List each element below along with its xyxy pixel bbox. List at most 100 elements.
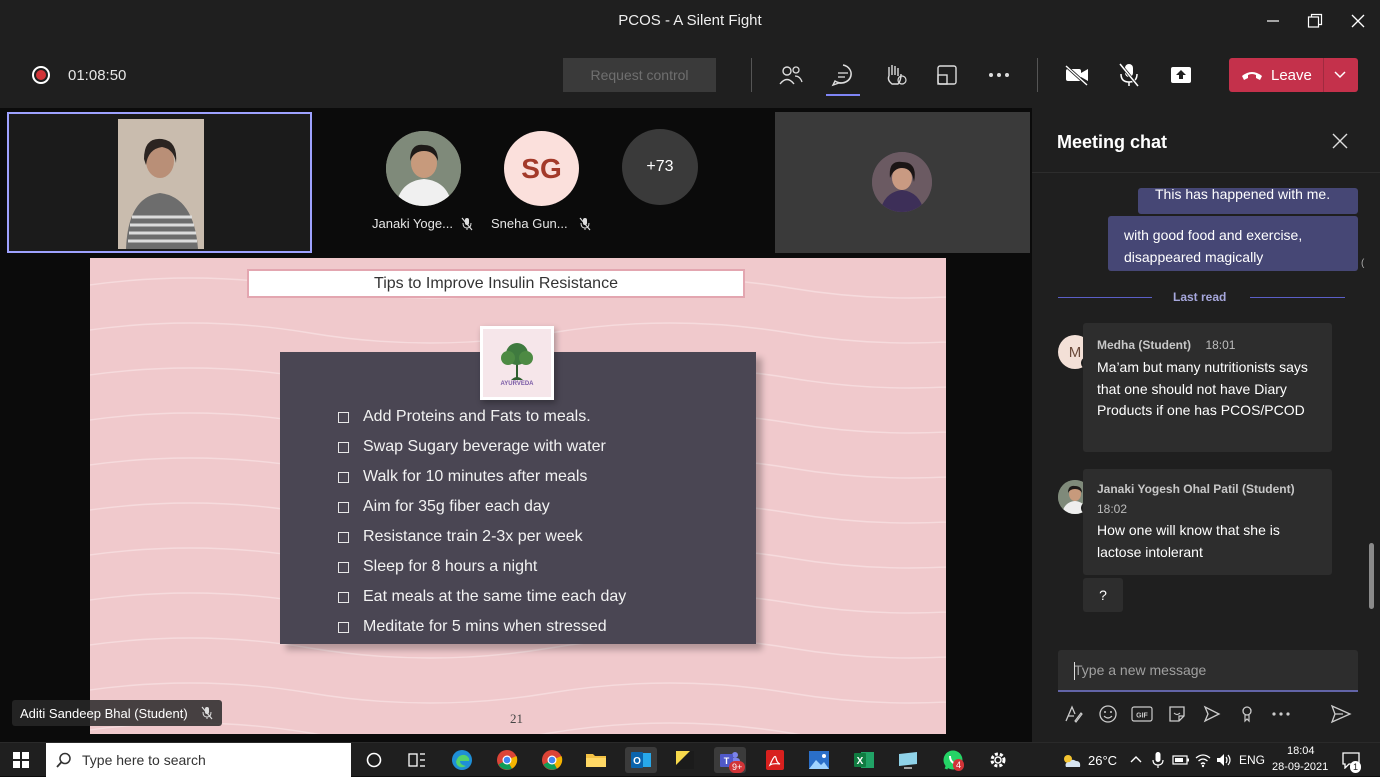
last-read-marker: Last read — [1173, 290, 1227, 304]
outlook-icon: O — [631, 752, 651, 768]
participant-avatar-sneha[interactable]: SG — [504, 131, 579, 206]
remote-desktop-app[interactable] — [895, 747, 921, 773]
close-window-button[interactable] — [1335, 0, 1380, 42]
chat-message-self[interactable]: with good food and exercise, disappeared… — [1108, 216, 1358, 271]
camera-toggle-button[interactable] — [1062, 60, 1092, 90]
taskbar-search-box[interactable]: Type here to search — [46, 743, 351, 777]
chat-button[interactable] — [828, 60, 858, 90]
slide-bullet-text: Aim for 35g fiber each day — [363, 498, 550, 515]
cortana-button[interactable] — [361, 747, 387, 773]
request-control-button[interactable]: Request control — [563, 58, 716, 92]
praise-button[interactable] — [1235, 702, 1259, 726]
recording-timer: 01:08:50 — [68, 67, 127, 84]
share-tray-button[interactable] — [932, 60, 962, 90]
pdf-icon — [766, 750, 784, 770]
excel-icon: X — [854, 752, 874, 768]
pdf-reader-app[interactable] — [762, 747, 788, 773]
presenter-video-tile[interactable] — [7, 112, 312, 253]
gif-button[interactable]: GIF — [1130, 702, 1154, 726]
more-participants-button[interactable]: +73 — [622, 129, 698, 205]
recording-icon — [32, 66, 50, 84]
close-icon — [1332, 133, 1348, 149]
chrome-profile-app[interactable] — [539, 747, 565, 773]
read-receipt-icon: ( — [1361, 258, 1365, 269]
whatsapp-notification-badge: 4 — [953, 759, 965, 771]
more-options-button[interactable] — [984, 60, 1014, 90]
photos-icon — [809, 751, 829, 769]
mic-toggle-button[interactable] — [1114, 60, 1144, 90]
svg-text:GIF: GIF — [1136, 713, 1148, 720]
meeting-control-bar: 01:08:50 Request control Leave — [0, 42, 1380, 108]
more-options-icon — [989, 73, 1009, 77]
participant-avatar-janaki[interactable] — [386, 131, 461, 206]
tree-icon — [501, 342, 533, 380]
volume-icon[interactable] — [1215, 752, 1233, 768]
excel-app[interactable]: X — [851, 747, 877, 773]
checkbox-bullet-icon — [338, 591, 349, 603]
slide-bullet: Swap Sugary beverage with water — [338, 438, 606, 456]
send-button[interactable] — [1329, 702, 1353, 726]
chat-message-self[interactable]: This has happened with me. — [1138, 188, 1358, 214]
participant-name: Sneha Gun... — [491, 216, 568, 231]
share-screen-button[interactable] — [1166, 60, 1196, 90]
leave-button[interactable]: Leave — [1229, 58, 1358, 92]
sticker-button[interactable] — [1165, 702, 1189, 726]
svg-text:X: X — [857, 756, 864, 767]
chevron-up-icon[interactable] — [1130, 754, 1142, 764]
message-time: 18:01 — [1205, 338, 1236, 352]
chat-scrollbar[interactable] — [1369, 543, 1374, 609]
meet-now-button[interactable] — [1200, 702, 1224, 726]
input-language[interactable]: ENG — [1239, 753, 1265, 767]
message-body: How one will know that she is lactose in… — [1097, 522, 1280, 560]
sticky-notes-app[interactable] — [672, 747, 698, 773]
chat-message[interactable]: Janaki Yogesh Ohal Patil (Student) 18:02… — [1083, 469, 1332, 575]
message-body: Ma’am but many nutritionists says that o… — [1097, 359, 1308, 418]
participants-button[interactable] — [776, 60, 806, 90]
checkbox-bullet-icon — [338, 471, 349, 483]
chat-message[interactable]: ? — [1083, 578, 1123, 612]
file-explorer-app[interactable] — [583, 747, 609, 773]
presenter-name: Aditi Sandeep Bhal (Student) — [20, 705, 188, 721]
muted-mic-icon — [461, 217, 473, 231]
settings-app[interactable] — [985, 747, 1011, 773]
close-chat-button[interactable] — [1329, 130, 1351, 152]
praise-icon — [1242, 706, 1252, 723]
start-button[interactable] — [8, 747, 34, 773]
task-view-button[interactable] — [404, 747, 430, 773]
share-screen-icon — [1171, 67, 1191, 83]
checkbox-bullet-icon — [338, 411, 349, 423]
chat-message[interactable]: Medha (Student) 18:01 Ma’am but many nut… — [1083, 323, 1332, 452]
more-tools-button[interactable] — [1269, 702, 1293, 726]
slide-bullet-text: Walk for 10 minutes after meals — [363, 468, 588, 485]
microphone-icon[interactable] — [1152, 751, 1164, 769]
weather-icon[interactable] — [1060, 751, 1082, 769]
battery-icon[interactable] — [1172, 754, 1190, 766]
minimize-button[interactable] — [1250, 0, 1296, 42]
compose-box[interactable] — [1058, 650, 1358, 692]
emoji-button[interactable] — [1096, 702, 1120, 726]
slide-bullet: Eat meals at the same time each day — [338, 588, 626, 606]
slide-bullet-text: Resistance train 2-3x per week — [363, 528, 583, 545]
edge-app[interactable] — [449, 747, 475, 773]
chat-icon — [831, 64, 852, 87]
message-body: with good food and exercise, disappeared… — [1124, 227, 1303, 265]
camera-off-icon — [1064, 64, 1089, 86]
slide-page-number: 21 — [510, 711, 523, 726]
chrome-app[interactable] — [494, 747, 520, 773]
wifi-icon[interactable] — [1194, 752, 1212, 768]
clock-time[interactable]: 18:04 — [1287, 745, 1315, 757]
maximize-button[interactable] — [1292, 0, 1338, 42]
format-button[interactable] — [1061, 702, 1085, 726]
send-icon — [1330, 704, 1352, 724]
outlook-app[interactable]: O — [625, 747, 657, 773]
clock-date[interactable]: 28-09-2021 — [1272, 761, 1328, 773]
chat-title: Meeting chat — [1057, 132, 1168, 152]
participant-video-tile[interactable] — [775, 112, 1030, 253]
photos-app[interactable] — [806, 747, 832, 773]
monitor-icon — [899, 752, 917, 769]
raise-hand-button[interactable] — [880, 60, 910, 90]
muted-mic-icon — [201, 706, 213, 720]
meeting-chat-panel: Meeting chat This has happened with me. … — [1032, 108, 1380, 742]
more-icon — [1272, 712, 1290, 716]
message-input[interactable] — [1074, 662, 1344, 678]
